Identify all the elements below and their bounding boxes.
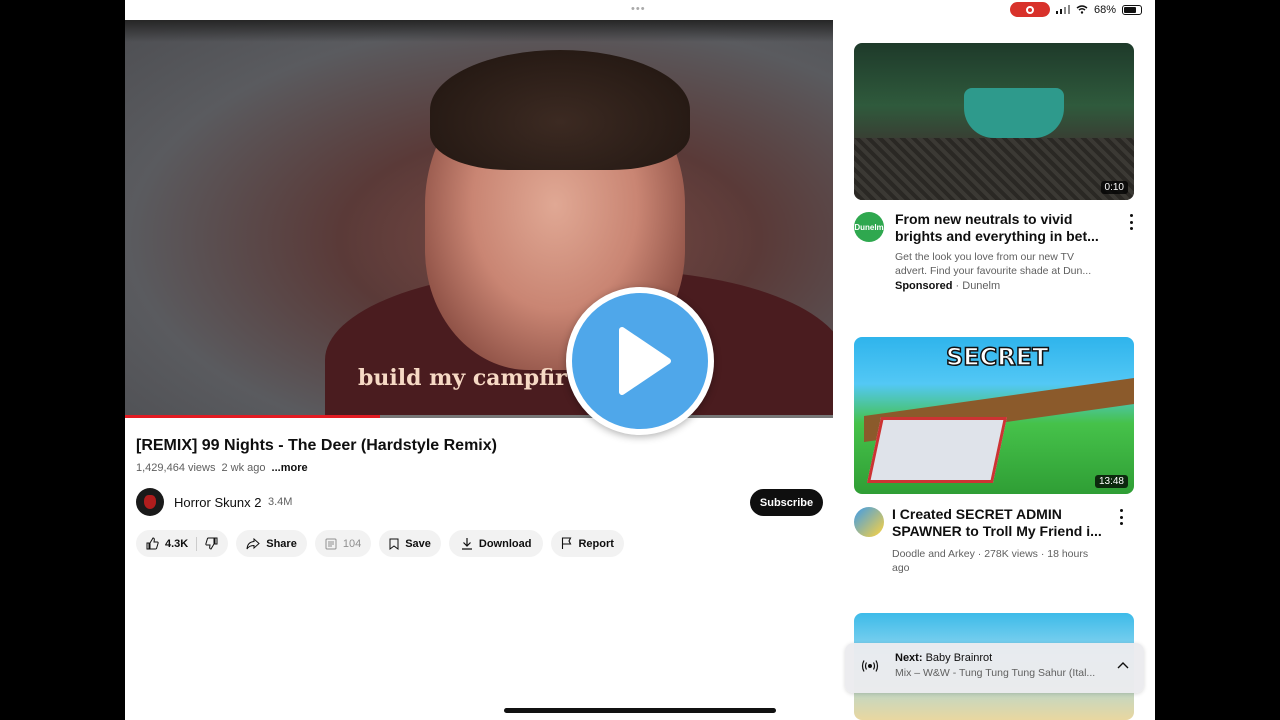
advertiser-name[interactable]: Dunelm — [962, 280, 1000, 292]
save-label: Save — [405, 537, 431, 550]
battery-icon — [1122, 4, 1142, 15]
battery-percent: 68% — [1093, 3, 1116, 16]
report-button[interactable]: Report — [551, 530, 624, 557]
ad-menu-icon[interactable] — [1126, 214, 1136, 230]
video2-thumbnail[interactable]: SECRET 13:48 — [854, 337, 1134, 494]
ad-title[interactable]: From new neutrals to vivid brights and e… — [895, 211, 1105, 245]
next-title: Baby Brainrot — [925, 652, 993, 664]
autoplay-radio-icon — [861, 660, 879, 672]
save-button[interactable]: Save — [379, 530, 441, 557]
thumb-platform — [866, 417, 1008, 483]
player-top-shade — [125, 20, 833, 42]
status-time: 16:41 — [139, 3, 167, 15]
report-label: Report — [578, 537, 614, 550]
share-label: Share — [266, 537, 297, 550]
download-label: Download — [478, 537, 532, 550]
video-player[interactable]: build my campfir — [125, 20, 833, 418]
sponsored-label: Sponsored — [895, 280, 953, 292]
wifi-icon — [1076, 5, 1088, 14]
multitasking-dots-icon[interactable]: ••• — [631, 3, 646, 15]
like-divider — [196, 536, 198, 551]
upload-age: 2 wk ago — [221, 462, 266, 474]
subscribe-button[interactable]: Subscribe — [750, 489, 823, 516]
advertiser-avatar[interactable]: Dunelm — [854, 212, 884, 242]
comment-icon — [325, 538, 337, 549]
more-link[interactable]: ...more — [272, 462, 308, 474]
share-button[interactable]: Share — [236, 530, 307, 557]
like-icon[interactable] — [146, 537, 159, 550]
status-date: Tue 30 Sep — [178, 3, 235, 15]
ad-thumbnail[interactable]: 0:10 — [854, 43, 1134, 200]
dislike-icon[interactable] — [205, 537, 218, 550]
screen-recording-icon[interactable] — [1009, 2, 1050, 17]
view-count: 1,429,464 views — [136, 462, 216, 474]
video2-meta: Doodle and Arkey · 278K views · 18 hours… — [892, 548, 1089, 574]
ad-sponsor-line: Sponsored · Dunelm — [895, 280, 1000, 292]
video-title: [REMIX] 99 Nights - The Deer (Hardstyle … — [136, 437, 497, 454]
home-indicator[interactable] — [504, 708, 776, 713]
video2-channel-avatar[interactable] — [854, 507, 884, 537]
status-bar-right: 68% — [1009, 2, 1142, 17]
next-up-toast[interactable]: Next: Baby Brainrot Mix – W&W - Tung Tun… — [845, 643, 1144, 693]
thumb-floor — [854, 138, 1134, 200]
flag-icon — [562, 537, 572, 549]
share-icon — [246, 537, 260, 549]
thumb-bath — [964, 88, 1064, 138]
channel-avatar[interactable] — [136, 488, 164, 516]
thumb-secret-text: SECRET — [945, 342, 1049, 372]
video2-menu-icon[interactable] — [1116, 509, 1126, 525]
progress-fill — [125, 415, 380, 418]
video-frame-hair — [430, 50, 690, 170]
like-dislike-pill: 4.3K — [136, 530, 229, 557]
next-up-line: Next: Baby Brainrot — [895, 652, 992, 664]
download-button[interactable]: Download — [448, 530, 544, 557]
video-caption: build my campfir — [358, 365, 567, 391]
chevron-up-icon[interactable] — [1117, 661, 1129, 669]
next-subtitle: Mix – W&W - Tung Tung Tung Sahur (Ital..… — [895, 667, 1096, 679]
video2-duration: 13:48 — [1094, 475, 1128, 488]
play-button[interactable] — [566, 287, 714, 435]
signal-icon — [1055, 5, 1070, 14]
next-label: Next: — [895, 652, 923, 664]
comments-button[interactable]: 104 — [314, 530, 372, 557]
progress-bar[interactable] — [125, 415, 833, 418]
action-bar: 4.3K Share 104 Save Download Report — [136, 530, 624, 557]
video2-title[interactable]: I Created SECRET ADMIN SPAWNER to Troll … — [892, 506, 1102, 540]
bookmark-icon — [389, 538, 399, 550]
subscriber-count: 3.4M — [268, 496, 293, 508]
like-count[interactable]: 4.3K — [165, 538, 188, 550]
comment-count: 104 — [342, 537, 362, 550]
status-bar-left: 16:41 Tue 30 Sep — [139, 3, 235, 15]
advertiser-avatar-text: Dunelm — [854, 222, 884, 232]
ad-duration: 0:10 — [1100, 181, 1128, 194]
download-icon — [461, 538, 472, 550]
channel-row: Horror Skunx 2 3.4M Subscribe — [136, 488, 824, 518]
channel-name[interactable]: Horror Skunx 2 — [174, 495, 261, 510]
video-meta: 1,429,464 views 2 wk ago ...more — [136, 462, 308, 474]
play-icon — [619, 327, 671, 395]
ad-description: Get the look you love from our new TV ad… — [895, 251, 1092, 277]
